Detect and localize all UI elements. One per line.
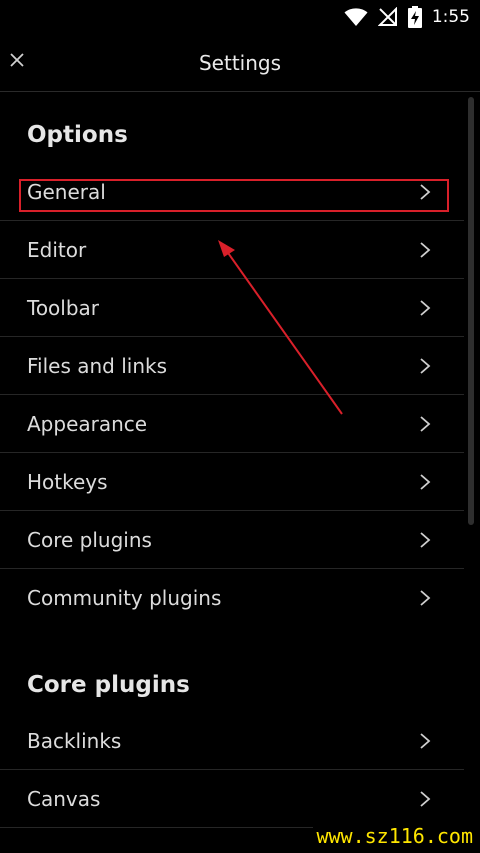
chevron-right-icon xyxy=(420,473,431,490)
core-plugins-list: Backlinks Canvas xyxy=(0,712,464,828)
options-list: General Editor Toolbar Files and links A… xyxy=(0,163,464,627)
menu-item-editor[interactable]: Editor xyxy=(0,221,464,279)
menu-item-toolbar[interactable]: Toolbar xyxy=(0,279,464,337)
header: Settings xyxy=(0,34,480,92)
menu-item-label: Backlinks xyxy=(27,728,122,753)
status-time: 1:55 xyxy=(431,7,470,27)
menu-item-hotkeys[interactable]: Hotkeys xyxy=(0,453,464,511)
menu-item-backlinks[interactable]: Backlinks xyxy=(0,712,464,770)
watermark: www.sz116.com xyxy=(313,823,476,849)
chevron-right-icon xyxy=(420,183,431,200)
close-icon xyxy=(10,53,24,67)
chevron-right-icon xyxy=(420,241,431,258)
section-heading-core-plugins: Core plugins xyxy=(27,672,190,698)
wifi-icon xyxy=(344,7,368,27)
chevron-right-icon xyxy=(420,357,431,374)
settings-screen: 1:55 Settings Options General Editor Too… xyxy=(0,0,480,853)
chevron-right-icon xyxy=(420,299,431,316)
section-heading-options: Options xyxy=(27,122,128,148)
menu-item-label: Hotkeys xyxy=(27,469,108,494)
page-title: Settings xyxy=(198,50,282,75)
menu-item-files-and-links[interactable]: Files and links xyxy=(0,337,464,395)
settings-content: Options General Editor Toolbar Files and… xyxy=(0,92,464,853)
menu-item-label: Editor xyxy=(27,237,87,262)
menu-item-canvas[interactable]: Canvas xyxy=(0,770,464,828)
menu-item-core-plugins[interactable]: Core plugins xyxy=(0,511,464,569)
menu-item-label: Files and links xyxy=(27,353,168,378)
menu-item-label: Core plugins xyxy=(27,527,152,552)
chevron-right-icon xyxy=(420,732,431,749)
menu-item-general[interactable]: General xyxy=(0,163,464,221)
chevron-right-icon xyxy=(420,590,431,606)
menu-item-label: General xyxy=(27,179,106,204)
status-bar: 1:55 xyxy=(0,0,480,34)
menu-item-community-plugins[interactable]: Community plugins xyxy=(0,569,464,627)
chevron-right-icon xyxy=(420,415,431,432)
close-button[interactable] xyxy=(5,46,29,74)
scrollbar-thumb[interactable] xyxy=(468,97,474,525)
menu-item-label: Community plugins xyxy=(27,586,222,610)
battery-charging-icon xyxy=(407,6,422,28)
chevron-right-icon xyxy=(420,531,431,548)
menu-item-appearance[interactable]: Appearance xyxy=(0,395,464,453)
menu-item-label: Appearance xyxy=(27,411,148,436)
menu-item-label: Toolbar xyxy=(27,295,100,320)
menu-item-label: Canvas xyxy=(27,786,101,811)
chevron-right-icon xyxy=(420,790,431,807)
no-signal-icon xyxy=(377,7,398,27)
